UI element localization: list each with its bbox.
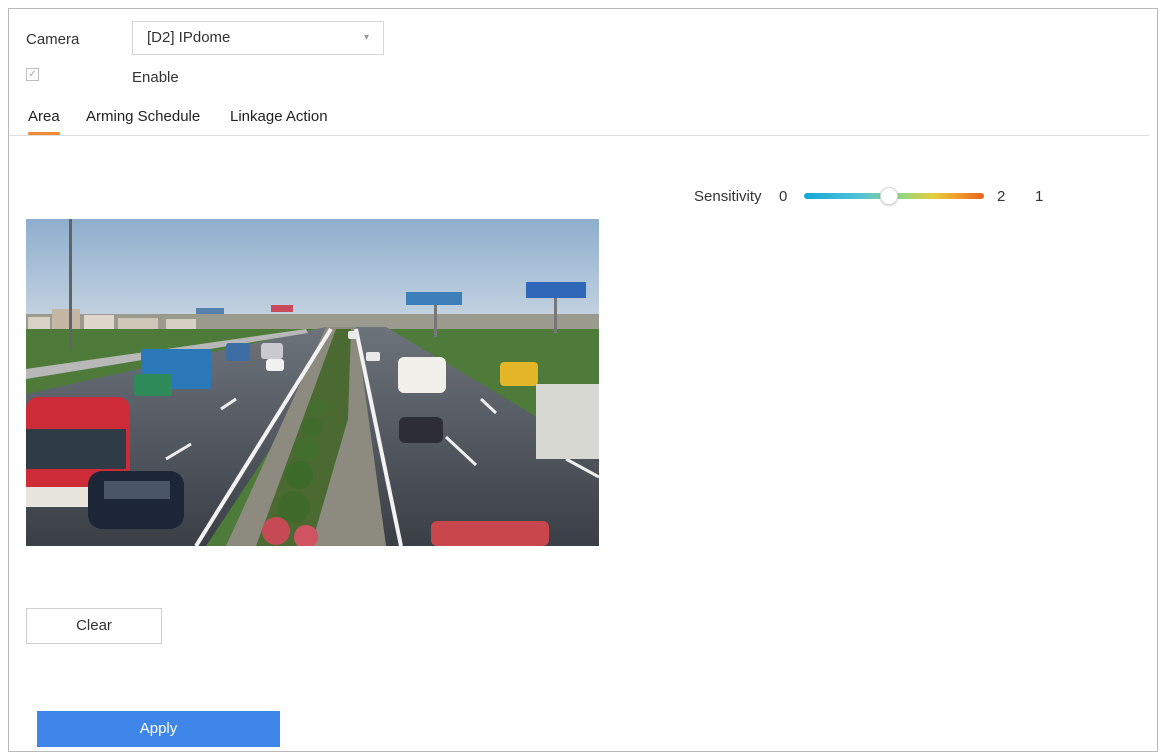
camera-preview[interactable] [26,219,599,546]
sensitivity-min-label: 0 [779,188,788,205]
camera-select-value: [D2] IPdome [147,29,231,46]
camera-label: Camera [26,31,80,48]
chevron-down-icon: ▾ [363,32,369,43]
tab-linkage-action[interactable]: Linkage Action [230,108,328,133]
tab-arming-schedule[interactable]: Arming Schedule [86,108,200,133]
enable-checkbox[interactable]: ✓ [26,68,39,81]
sensitivity-label: Sensitivity [694,188,762,205]
clear-button[interactable]: Clear [26,608,162,644]
highway-scene-image [26,219,599,546]
camera-select[interactable]: [D2] IPdome ▾ [132,21,384,55]
sensitivity-value: 2 [997,188,1006,205]
enable-label: Enable [132,69,179,86]
tab-area[interactable]: Area [28,108,60,135]
tab-divider [9,135,1149,136]
apply-button[interactable]: Apply [37,711,280,747]
sensitivity-slider-thumb[interactable] [880,187,898,205]
sensitivity-extra-value: 1 [1035,188,1044,205]
